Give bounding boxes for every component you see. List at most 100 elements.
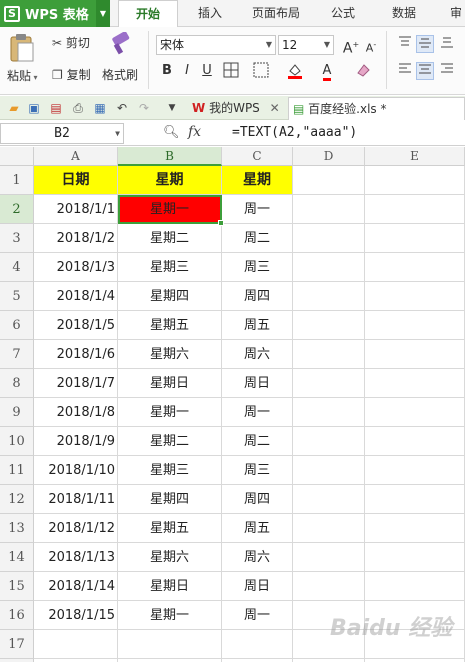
cell[interactable] bbox=[293, 485, 365, 514]
row-header[interactable]: 2 bbox=[0, 195, 34, 224]
decrease-font-icon[interactable]: A- bbox=[362, 36, 380, 55]
weekday-cell[interactable]: 星期五 bbox=[118, 514, 222, 543]
borders-icon[interactable] bbox=[222, 62, 240, 80]
cell[interactable] bbox=[293, 398, 365, 427]
date-cell[interactable]: 2018/1/3 bbox=[34, 253, 118, 282]
weekday-short-cell[interactable]: 周一 bbox=[222, 601, 293, 630]
align-top-icon[interactable] bbox=[396, 35, 414, 53]
row-header[interactable]: 15 bbox=[0, 572, 34, 601]
date-cell[interactable]: 2018/1/13 bbox=[34, 543, 118, 572]
export-pdf-icon[interactable]: ▤ bbox=[48, 100, 64, 116]
formula-input[interactable]: =TEXT(A2,"aaaa") bbox=[232, 125, 357, 140]
cell[interactable] bbox=[293, 427, 365, 456]
cell[interactable] bbox=[293, 456, 365, 485]
row-header[interactable]: 16 bbox=[0, 601, 34, 630]
weekday-short-cell[interactable]: 周四 bbox=[222, 485, 293, 514]
align-left-icon[interactable] bbox=[396, 62, 414, 80]
cell[interactable] bbox=[365, 427, 465, 456]
row-header[interactable]: 12 bbox=[0, 485, 34, 514]
weekday-cell[interactable]: 星期五 bbox=[118, 311, 222, 340]
weekday-short-cell[interactable]: 周一 bbox=[222, 195, 293, 224]
cell[interactable] bbox=[365, 282, 465, 311]
brush-icon[interactable] bbox=[110, 31, 134, 61]
weekday-short-cell[interactable]: 周二 bbox=[222, 427, 293, 456]
doc-tab-active[interactable]: ▤ 百度经验.xls * bbox=[288, 97, 465, 120]
row-header[interactable]: 8 bbox=[0, 369, 34, 398]
merge-cells-icon[interactable] bbox=[252, 62, 270, 80]
cell[interactable] bbox=[293, 369, 365, 398]
date-cell[interactable]: 2018/1/6 bbox=[34, 340, 118, 369]
weekday-cell[interactable]: 星期二 bbox=[118, 224, 222, 253]
active-cell[interactable]: 星期一 bbox=[118, 195, 222, 224]
date-cell[interactable]: 2018/1/5 bbox=[34, 311, 118, 340]
underline-button[interactable]: U bbox=[198, 62, 216, 80]
tab-home[interactable]: 开始 bbox=[118, 0, 178, 28]
column-header-c[interactable]: C bbox=[222, 147, 293, 166]
paste-icon[interactable] bbox=[8, 33, 38, 63]
font-size-select[interactable]: 12 ▼ bbox=[278, 35, 334, 55]
row-header[interactable]: 13 bbox=[0, 514, 34, 543]
weekday-cell[interactable]: 星期一 bbox=[118, 398, 222, 427]
weekday-cell[interactable]: 星期六 bbox=[118, 543, 222, 572]
row-header[interactable]: 11 bbox=[0, 456, 34, 485]
row-header[interactable]: 9 bbox=[0, 398, 34, 427]
column-header-a[interactable]: A bbox=[34, 147, 118, 166]
chevron-down-icon[interactable]: ▼ bbox=[96, 0, 110, 27]
fill-color-icon[interactable] bbox=[286, 62, 304, 80]
weekday-short-cell[interactable]: 周六 bbox=[222, 340, 293, 369]
fill-handle[interactable] bbox=[218, 220, 224, 226]
cell[interactable] bbox=[293, 572, 365, 601]
cell[interactable] bbox=[365, 166, 465, 195]
select-all-corner[interactable] bbox=[0, 147, 34, 166]
tab-insert[interactable]: 插入 bbox=[198, 0, 222, 27]
weekday-short-cell[interactable]: 周二 bbox=[222, 224, 293, 253]
date-cell[interactable]: 2018/1/2 bbox=[34, 224, 118, 253]
font-name-select[interactable]: 宋体 ▼ bbox=[156, 35, 276, 55]
align-bottom-icon[interactable] bbox=[438, 35, 456, 53]
cell[interactable] bbox=[365, 572, 465, 601]
weekday-short-cell[interactable]: 周日 bbox=[222, 369, 293, 398]
cell[interactable] bbox=[293, 311, 365, 340]
cell[interactable] bbox=[365, 398, 465, 427]
column-header-b[interactable]: B bbox=[118, 147, 222, 166]
doc-tab-mywps[interactable]: W 我的WPS ✕ bbox=[188, 97, 284, 120]
row-header[interactable]: 1 bbox=[0, 166, 34, 195]
bold-button[interactable]: B bbox=[158, 62, 176, 80]
print-preview-icon[interactable]: ▦ bbox=[92, 100, 108, 116]
row-header[interactable]: 4 bbox=[0, 253, 34, 282]
date-cell[interactable]: 2018/1/7 bbox=[34, 369, 118, 398]
cell[interactable] bbox=[293, 166, 365, 195]
weekday-cell[interactable]: 星期四 bbox=[118, 485, 222, 514]
weekday-cell[interactable]: 星期二 bbox=[118, 427, 222, 456]
date-cell[interactable]: 2018/1/1 bbox=[34, 195, 118, 224]
cell[interactable] bbox=[293, 543, 365, 572]
format-painter-button[interactable]: 格式刷 bbox=[102, 66, 138, 83]
row-header[interactable]: 7 bbox=[0, 340, 34, 369]
weekday-short-cell[interactable]: 周三 bbox=[222, 253, 293, 282]
cell[interactable] bbox=[365, 456, 465, 485]
date-cell[interactable]: 2018/1/14 bbox=[34, 572, 118, 601]
print-icon[interactable]: ⎙ bbox=[70, 100, 86, 116]
date-cell[interactable]: 2018/1/4 bbox=[34, 282, 118, 311]
cell[interactable] bbox=[365, 340, 465, 369]
row-header[interactable]: 17 bbox=[0, 630, 34, 659]
weekday-short-cell[interactable]: 周三 bbox=[222, 456, 293, 485]
align-middle-icon[interactable] bbox=[416, 35, 434, 53]
name-box[interactable]: B2 ▼ bbox=[0, 123, 124, 144]
row-header[interactable]: 3 bbox=[0, 224, 34, 253]
cell[interactable] bbox=[293, 514, 365, 543]
weekday-short-cell[interactable]: 周四 bbox=[222, 282, 293, 311]
cell[interactable] bbox=[293, 340, 365, 369]
tab-review[interactable]: 审 bbox=[450, 0, 462, 27]
date-cell[interactable]: 2018/1/10 bbox=[34, 456, 118, 485]
row-header[interactable]: 10 bbox=[0, 427, 34, 456]
header-cell[interactable]: 星期 bbox=[222, 166, 293, 195]
weekday-cell[interactable]: 星期三 bbox=[118, 456, 222, 485]
cell[interactable] bbox=[293, 195, 365, 224]
cell[interactable] bbox=[293, 253, 365, 282]
tab-data[interactable]: 数据 bbox=[392, 0, 416, 27]
cell[interactable] bbox=[365, 543, 465, 572]
cell[interactable] bbox=[365, 369, 465, 398]
cell[interactable] bbox=[365, 311, 465, 340]
font-color-button[interactable]: A bbox=[318, 62, 336, 81]
